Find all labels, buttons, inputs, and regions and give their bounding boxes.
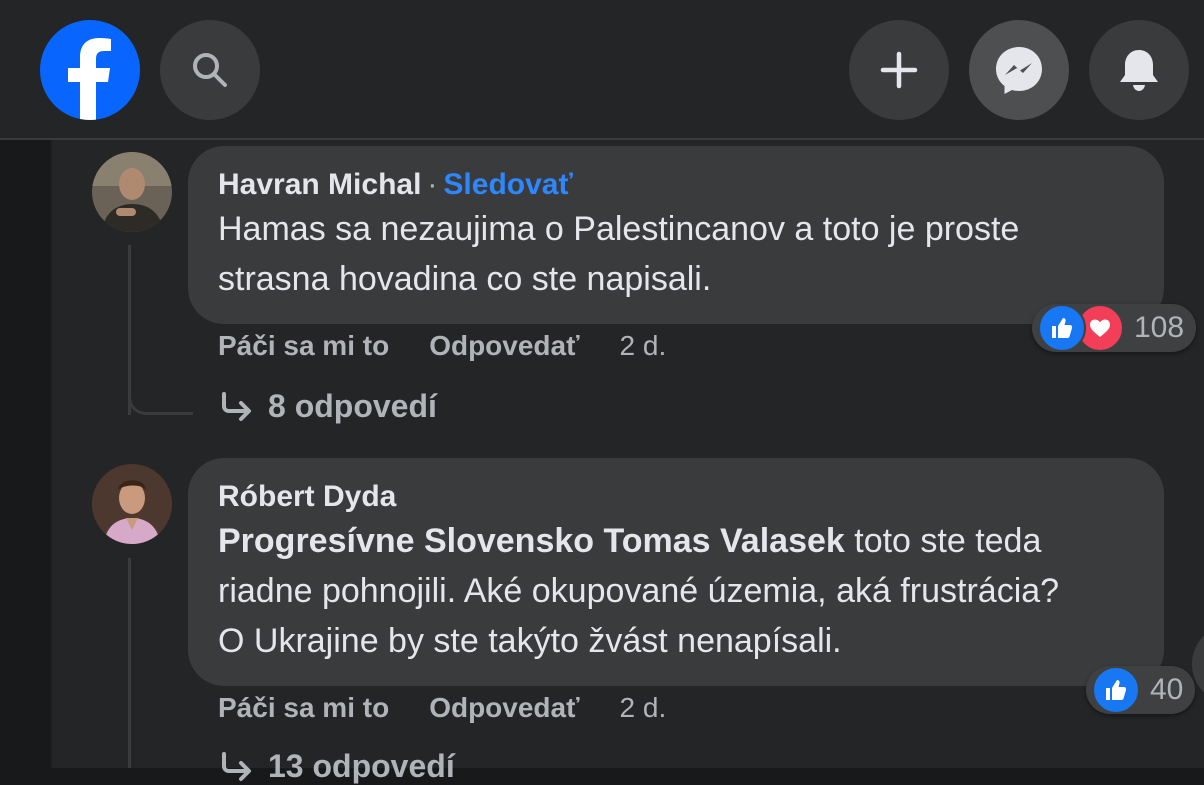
reactions-summary[interactable]: 40	[1086, 666, 1196, 714]
avatar[interactable]	[92, 464, 172, 544]
reaction-count: 40	[1150, 673, 1184, 706]
comment-author[interactable]: Róbert Dyda	[218, 480, 396, 513]
avatar-photo	[92, 464, 172, 544]
like-button[interactable]: Páči sa mi to	[218, 692, 389, 724]
thumbs-up-icon	[1106, 680, 1127, 700]
replies-count: 13 odpovedí	[268, 748, 455, 784]
reply-button[interactable]: Odpovedať	[429, 330, 579, 362]
search-button[interactable]	[160, 20, 260, 120]
comment-text-line: riadne pohnojili. Aké okupované územia, …	[218, 572, 1060, 610]
replies-count: 8 odpovedí	[268, 388, 437, 424]
comment-text: Progresívne Slovensko Tomas Valasek toto…	[218, 516, 1134, 666]
follow-link[interactable]: Sledovať	[443, 168, 572, 201]
comment-text-line: O Ukrajine by ste takýto žvást nenapísal…	[218, 622, 842, 660]
comment-header: Róbert Dyda	[218, 478, 1134, 516]
comment-author[interactable]: Havran Michal	[218, 168, 421, 201]
comment-actions: Páči sa mi to Odpovedať 2 d.	[218, 692, 666, 724]
comment-text-line: Progresívne Slovensko Tomas Valasek toto…	[218, 516, 1134, 566]
comment-header: Havran Michal · Sledovať	[218, 166, 1134, 204]
comment-timestamp[interactable]: 2 d.	[620, 692, 667, 724]
thumbs-up-icon	[1052, 318, 1073, 338]
messenger-icon	[996, 47, 1042, 94]
bell-icon	[1120, 50, 1158, 91]
comment-text: Hamas sa nezaujima o Palestincanov a tot…	[218, 204, 1134, 304]
comment-actions: Páči sa mi to Odpovedať 2 d.	[218, 330, 666, 362]
plus-icon	[880, 51, 918, 89]
mention-link[interactable]: Progresívne Slovensko Tomas Valasek	[218, 522, 845, 560]
comment-bubble: Havran Michal · Sledovať Hamas sa nezaujim…	[188, 146, 1164, 324]
like-button[interactable]: Páči sa mi to	[218, 330, 389, 362]
comment-timestamp[interactable]: 2 d.	[620, 330, 667, 362]
view-replies-link[interactable]: 13 odpovedí	[220, 748, 455, 785]
facebook-logo[interactable]	[40, 20, 140, 120]
like-reaction-icon	[1038, 304, 1086, 352]
comment-text-line: Hamas sa nezaujima o Palestincanov a tot…	[218, 210, 1020, 248]
reactions-summary[interactable]: 108	[1032, 304, 1197, 352]
notifications-button[interactable]	[1089, 20, 1189, 120]
view-replies-link[interactable]: 8 odpovedí	[220, 388, 437, 425]
thread-connector	[128, 368, 193, 415]
separator-dot: ·	[427, 168, 438, 201]
heart-icon	[1090, 319, 1110, 337]
comment-text-fragment: toto ste teda	[844, 522, 1042, 560]
facebook-f-icon	[68, 38, 111, 120]
top-navigation-bar	[0, 0, 1204, 140]
reply-arrow-icon	[222, 391, 251, 421]
reply-button[interactable]: Odpovedať	[429, 692, 579, 724]
comments-panel: Havran Michal · Sledovať Hamas sa nezaujim…	[50, 140, 1204, 784]
reaction-count: 108	[1134, 311, 1185, 344]
messenger-button[interactable]	[969, 20, 1069, 120]
reply-arrow-icon	[222, 751, 251, 781]
thread-line	[128, 558, 131, 768]
comment-text-line: strasna hovadina co ste napisali.	[218, 260, 712, 298]
avatar-photo	[92, 152, 172, 232]
avatar[interactable]	[92, 152, 172, 232]
create-button[interactable]	[849, 20, 949, 120]
like-reaction-icon	[1092, 666, 1140, 714]
comment-bubble: Róbert Dyda Progresívne Slovensko Tomas …	[188, 458, 1164, 686]
search-icon	[193, 53, 227, 87]
left-margin	[0, 140, 50, 768]
